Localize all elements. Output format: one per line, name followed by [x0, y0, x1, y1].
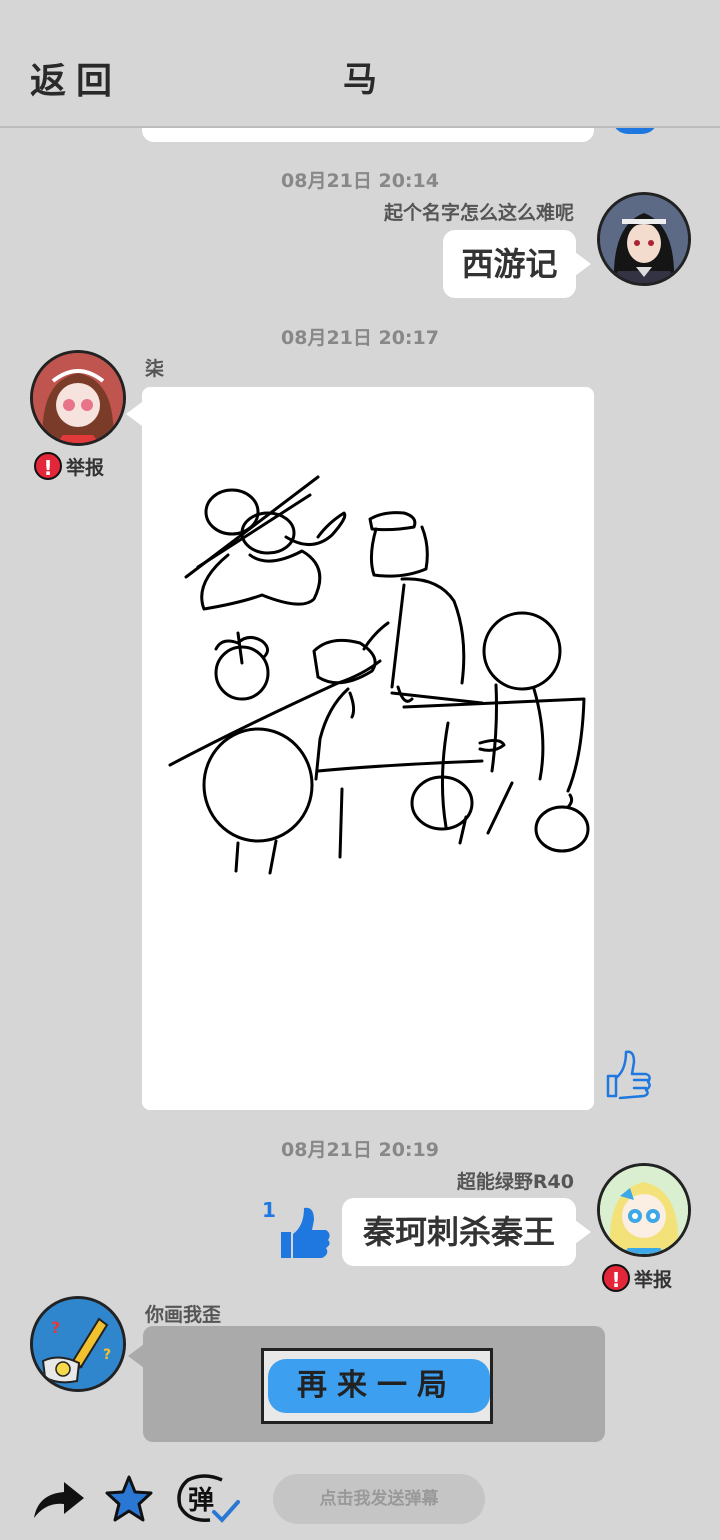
report-button[interactable]: ! 举报: [34, 452, 104, 480]
danmu-icon-text: 弹: [188, 1486, 215, 1516]
avatar[interactable]: ? ?: [30, 1296, 126, 1392]
report-label: 举报: [634, 1268, 673, 1291]
message-username: 超能绿野R40: [456, 1171, 574, 1193]
bubble-tail: [126, 402, 142, 426]
alert-icon: !: [34, 452, 62, 480]
message-text: 西游记: [461, 245, 558, 283]
game-card: 再来一局: [143, 1326, 605, 1442]
svg-text:?: ?: [103, 1347, 111, 1363]
svg-text:?: ?: [51, 1318, 60, 1337]
top-bar: 返回 马: [0, 0, 720, 128]
avatar[interactable]: [597, 1163, 691, 1257]
play-again-button[interactable]: 再来一局: [261, 1348, 493, 1424]
like-count: 1: [262, 1198, 276, 1222]
message-timestamp: 08月21日 20:14: [281, 170, 439, 192]
report-button[interactable]: ! 举报: [602, 1264, 672, 1292]
drawing-bubble[interactable]: [142, 387, 594, 1110]
avatar[interactable]: [30, 350, 126, 446]
bubble-tail: [128, 1344, 144, 1368]
bubble-tail: [575, 1220, 591, 1244]
page-title: 马: [343, 60, 377, 100]
alert-icon: !: [602, 1264, 630, 1292]
share-icon[interactable]: [30, 1478, 86, 1522]
message-bubble: 秦珂刺杀秦王: [342, 1198, 576, 1266]
message-username: 你画我歪: [145, 1304, 222, 1326]
report-label: 举报: [66, 456, 105, 479]
like-filled-icon[interactable]: [278, 1204, 332, 1262]
message-timestamp: 08月21日 20:17: [281, 327, 439, 349]
message-text: 秦珂刺杀秦王: [362, 1213, 555, 1251]
like-outline-icon[interactable]: [604, 1048, 654, 1104]
danmu-toggle-icon[interactable]: 弹: [174, 1472, 240, 1524]
message-timestamp: 08月21日 20:19: [281, 1139, 439, 1161]
play-again-label: 再来一局: [297, 1368, 457, 1403]
avatar[interactable]: [597, 192, 691, 286]
message-bubble: 西游记: [443, 230, 576, 298]
star-icon[interactable]: [104, 1474, 154, 1524]
danmu-input[interactable]: 点击我发送弹幕: [273, 1474, 485, 1524]
message-username: 起个名字怎么这么难呢: [383, 202, 574, 224]
bubble-tail: [575, 252, 591, 276]
sketch-drawing: [168, 475, 590, 875]
message-username: 柒: [145, 358, 165, 380]
